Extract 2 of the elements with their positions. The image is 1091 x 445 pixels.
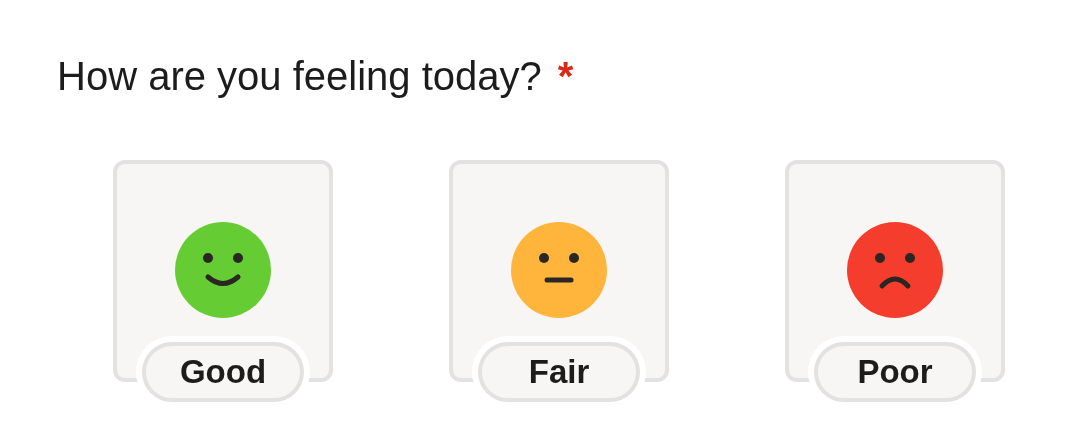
question-text: How are you feeling today?: [57, 53, 542, 100]
required-mark: *: [557, 53, 574, 100]
